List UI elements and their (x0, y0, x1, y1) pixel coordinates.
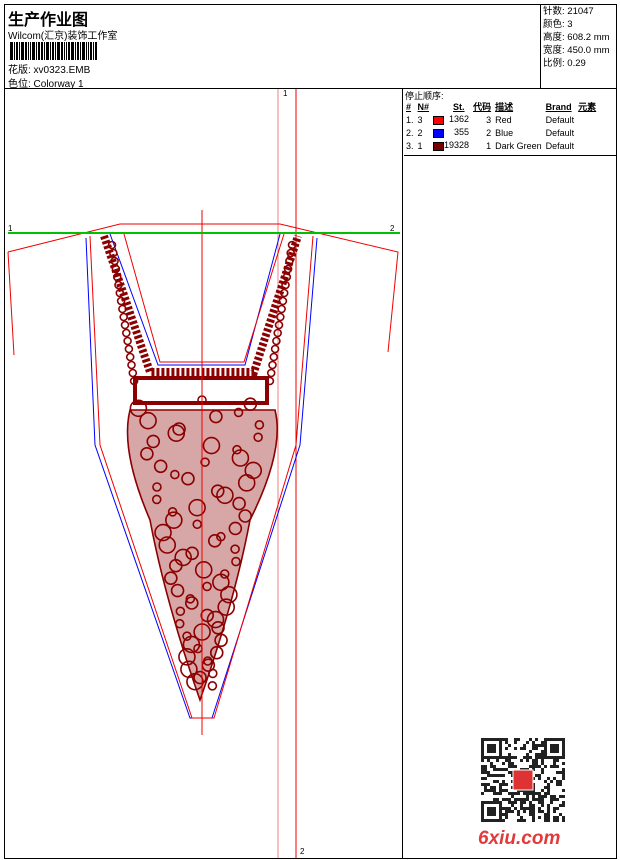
table-row: 1. 3 1362 3 Red Default (404, 113, 598, 126)
stitches: 355 (431, 126, 471, 139)
qr-logo (512, 769, 534, 791)
design-canvas: 1 2 1 2 (4, 89, 403, 859)
motif-scroll (274, 320, 284, 330)
stat-value: 21047 (567, 6, 594, 17)
watermark: 6xiu.com (478, 828, 561, 849)
stat-3: 宽度: 450.0 mm (543, 44, 615, 57)
guide-label: 2 (390, 224, 395, 233)
motif-scroll (119, 312, 128, 322)
embroidery-motif (100, 234, 302, 703)
guide-label: 1 (8, 224, 13, 233)
code: 2 (486, 127, 492, 138)
column-header: 元素 (578, 102, 597, 112)
motif-scroll (124, 344, 134, 354)
needle: 3 (417, 114, 423, 125)
brand: Default (545, 127, 575, 138)
qr-code (481, 738, 565, 822)
motif-scroll (123, 336, 132, 346)
motif-scroll (125, 352, 135, 362)
design-file: 花版: xv0323.EMB (8, 65, 91, 76)
brand: Default (545, 114, 575, 125)
motif-scroll (266, 368, 276, 378)
row-index: 1. (406, 114, 414, 125)
code: 1 (486, 140, 492, 151)
description: Red (495, 114, 512, 125)
stitch-count: 19328 (444, 140, 470, 150)
stitch-count: 355 (454, 127, 470, 137)
stat-4: 比例: 0.29 (543, 57, 615, 70)
stat-label: 高度: (543, 32, 568, 43)
description: Dark Green (495, 140, 542, 151)
stat-2: 高度: 608.2 mm (543, 31, 615, 44)
description: Blue (495, 127, 514, 138)
stat-value: 0.29 (567, 58, 586, 69)
column-header: # (406, 101, 412, 112)
color-swatch (433, 142, 445, 151)
stitches: 1362 (431, 113, 471, 126)
motif-scroll (277, 304, 286, 314)
stop-sequence-panel: 停止顺序: # N# St. 代码 描述 Brand 元素 1. 3 1362 3 Red Defau… (404, 89, 616, 156)
table-row: 3. 1 19328 1 Dark Green Default (404, 139, 598, 152)
stitch-count: 1362 (449, 114, 470, 124)
element (576, 126, 598, 139)
row-index: 3. (406, 140, 414, 151)
motif-swirl (207, 681, 218, 691)
stat-label: 针数: (543, 6, 568, 17)
stat-1: 颜色: 3 (543, 18, 615, 31)
colorway: 色位: Colorway 1 (8, 79, 84, 90)
motif-scroll (278, 296, 288, 306)
company-name: Wilcom(汇京)装饰工作室 (8, 31, 118, 42)
brand: Default (545, 140, 575, 151)
motif-scroll (120, 320, 130, 330)
design-drawing (7, 89, 400, 858)
motif-scroll (269, 352, 279, 362)
element (576, 139, 598, 152)
color-swatch (433, 129, 445, 138)
stop-sequence-table: # N# St. 代码 描述 Brand 元素 1. 3 1362 3 Red Default 2. 2 3… (404, 100, 598, 152)
motif-scroll (128, 368, 138, 378)
needle: 2 (417, 127, 423, 138)
stitches: 19328 (431, 139, 471, 152)
stat-value: 450.0 mm (567, 45, 610, 56)
guide-label: 1 (283, 89, 288, 98)
stat-value: 3 (567, 19, 573, 30)
code: 3 (486, 114, 492, 125)
column-header: St. (453, 101, 465, 112)
motif-scroll (272, 336, 281, 346)
guide-label: 2 (300, 847, 305, 856)
column-header: 代码 (473, 102, 492, 112)
stat-label: 宽度: (543, 45, 568, 56)
garment-outline (7, 223, 399, 353)
motif-scroll (127, 360, 136, 370)
stat-label: 比例: (543, 58, 568, 69)
motif-scroll (268, 360, 277, 370)
header: 生产作业图 Wilcom(汇京)装饰工作室 花版: xv0323.EMB 色位:… (4, 4, 617, 90)
needle: 1 (417, 140, 423, 151)
column-header: 描述 (495, 102, 514, 112)
stat-0: 针数: 21047 (543, 5, 615, 18)
column-header: N# (417, 101, 430, 112)
table-row: 2. 2 355 2 Blue Default (404, 126, 598, 139)
motif-scroll (122, 328, 131, 338)
element (576, 113, 598, 126)
column-header: Brand (545, 101, 572, 112)
row-index: 2. (406, 127, 414, 138)
design-stats: 针数: 21047 颜色: 3 高度: 608.2 mm 宽度: 450.0 mm 比例… (540, 4, 617, 88)
stat-label: 颜色: (543, 19, 568, 30)
color-swatch (433, 116, 445, 125)
motif-swirl (207, 668, 218, 679)
barcode (10, 42, 134, 60)
stat-value: 608.2 mm (567, 32, 610, 43)
